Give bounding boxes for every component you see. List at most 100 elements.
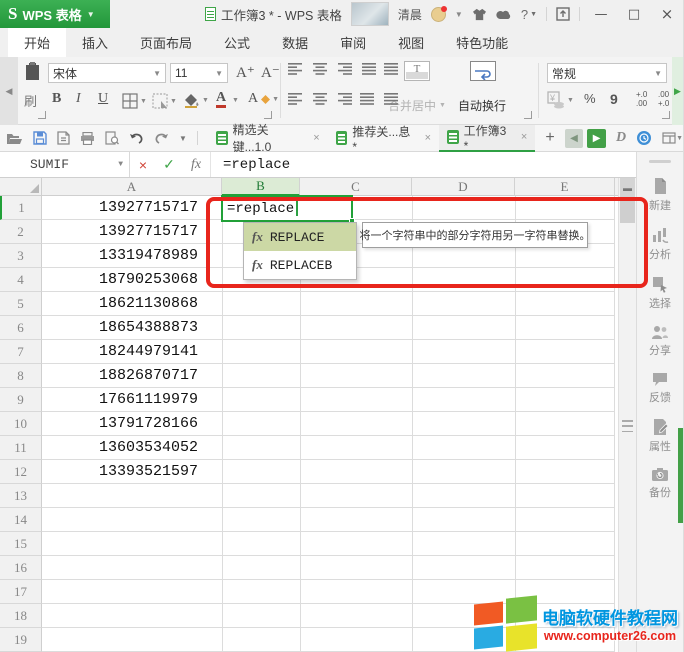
- font-name-select[interactable]: 宋体▼: [48, 63, 166, 83]
- number-dialog-launcher[interactable]: [662, 111, 670, 119]
- active-cell-b1[interactable]: =replace: [221, 195, 353, 222]
- enter-formula-button[interactable]: ✓: [156, 156, 182, 173]
- vertical-align-top-button[interactable]: [288, 63, 304, 76]
- cell-a8[interactable]: 18826870717: [42, 364, 206, 388]
- menu-item-4[interactable]: 公式: [208, 28, 266, 57]
- menu-item-3[interactable]: 页面布局: [124, 28, 208, 57]
- increase-decimal-button[interactable]: +.0 .00: [636, 90, 647, 108]
- vertical-scrollbar[interactable]: ▬: [618, 178, 636, 652]
- sidebar-item-1[interactable]: 新建: [637, 177, 683, 213]
- export-pdf-icon[interactable]: [57, 131, 70, 145]
- member-badge-icon[interactable]: [431, 7, 446, 22]
- ribbon-expand-button[interactable]: ▶: [672, 57, 683, 125]
- cell-a1[interactable]: 13927715717: [42, 196, 206, 220]
- user-name[interactable]: 清晨: [398, 6, 422, 23]
- menu-item-6[interactable]: 审阅: [324, 28, 382, 57]
- percent-format-button[interactable]: %: [584, 91, 596, 106]
- docer-icon[interactable]: D: [616, 130, 626, 146]
- save-icon[interactable]: [33, 131, 47, 145]
- sidebar-item-5[interactable]: 反馈: [637, 371, 683, 405]
- chevron-down-icon[interactable]: ▼: [455, 10, 463, 19]
- sidebar-item-3[interactable]: 选择: [637, 275, 683, 311]
- autocomplete-option-replace[interactable]: fxREPLACE: [244, 223, 356, 251]
- feedback-cloud-icon[interactable]: [496, 8, 512, 20]
- column-header-C[interactable]: C: [300, 178, 412, 196]
- row-header-18[interactable]: 18: [0, 604, 42, 628]
- column-header-E[interactable]: E: [515, 178, 615, 196]
- column-header-D[interactable]: D: [412, 178, 515, 196]
- row-header-16[interactable]: 16: [0, 556, 42, 580]
- doc-tab-1[interactable]: 精选关键...1.0×: [208, 125, 328, 152]
- vertical-align-bottom-button[interactable]: [336, 63, 352, 76]
- paste-icon[interactable]: [24, 61, 41, 81]
- row-header-12[interactable]: 12: [0, 460, 42, 484]
- menu-item-5[interactable]: 数据: [266, 28, 324, 57]
- menu-item-8[interactable]: 特色功能: [440, 28, 524, 57]
- formula-input[interactable]: =replace: [210, 152, 636, 177]
- bold-button[interactable]: B: [52, 91, 61, 107]
- hide-ribbon-icon[interactable]: [556, 7, 570, 21]
- sidebar-item-2[interactable]: 分析: [637, 226, 683, 262]
- wrap-text-icon[interactable]: [470, 61, 496, 81]
- row-header-10[interactable]: 10: [0, 412, 42, 436]
- redo-icon[interactable]: [154, 132, 169, 144]
- row-header-11[interactable]: 11: [0, 436, 42, 460]
- doc-tab-close-icon[interactable]: ×: [313, 132, 319, 144]
- cell-a5[interactable]: 18621130868: [42, 292, 206, 316]
- wps-menu-button[interactable]: S WPS 表格 ▼: [0, 0, 110, 28]
- row-header-3[interactable]: 3: [0, 244, 42, 268]
- cell-a9[interactable]: 17661119979: [42, 388, 206, 412]
- comma-format-button[interactable]: 9: [610, 91, 618, 107]
- close-button[interactable]: ×: [655, 4, 679, 24]
- sidebar-item-6[interactable]: 属性: [637, 418, 683, 454]
- new-document-tab-button[interactable]: +: [545, 129, 554, 147]
- vertical-align-middle-button[interactable]: [312, 63, 328, 76]
- italic-button[interactable]: I: [76, 91, 81, 107]
- help-button[interactable]: ?▼: [521, 7, 537, 22]
- doc-tab-2[interactable]: 推荐关...息 *×: [328, 125, 439, 152]
- tab-scroll-right-button[interactable]: ▶: [587, 129, 606, 148]
- align-left-button[interactable]: [288, 93, 304, 106]
- row-header-2[interactable]: 2: [0, 220, 42, 244]
- scrollbar-thumb[interactable]: [620, 199, 635, 223]
- undo-icon[interactable]: [129, 132, 144, 144]
- merge-center-icon[interactable]: T: [404, 61, 430, 81]
- row-header-13[interactable]: 13: [0, 484, 42, 508]
- cloud-sync-icon[interactable]: [636, 130, 652, 146]
- fill-color-button[interactable]: ▼: [184, 93, 209, 108]
- shading-button[interactable]: ▼: [152, 93, 177, 109]
- grid-row[interactable]: [42, 532, 615, 556]
- row-header-14[interactable]: 14: [0, 508, 42, 532]
- cell-a3[interactable]: 13319478989: [42, 244, 206, 268]
- decrease-decimal-button[interactable]: .00 +.0: [658, 90, 669, 108]
- wrap-text-button[interactable]: 自动换行: [458, 97, 506, 114]
- clipboard-dialog-launcher[interactable]: [38, 111, 46, 119]
- row-header-19[interactable]: 19: [0, 628, 42, 652]
- print-icon[interactable]: [80, 132, 95, 145]
- alignment-dialog-launcher[interactable]: [524, 111, 532, 119]
- underline-button[interactable]: U: [98, 91, 108, 107]
- insert-function-button[interactable]: fx: [182, 157, 210, 173]
- row-header-9[interactable]: 9: [0, 388, 42, 412]
- cancel-formula-button[interactable]: ×: [130, 157, 156, 173]
- maximize-button[interactable]: □: [622, 4, 646, 24]
- doc-tab-3[interactable]: 工作簿3 *×: [439, 125, 535, 152]
- sidebar-item-7[interactable]: 备份: [637, 467, 683, 500]
- menu-item-1[interactable]: 开始: [8, 28, 66, 57]
- currency-format-button[interactable]: ¥▼: [547, 91, 574, 109]
- cell-a12[interactable]: 13393521597: [42, 460, 206, 484]
- increase-indent-button[interactable]: [384, 63, 400, 76]
- cell-a4[interactable]: 18790253068: [42, 268, 206, 292]
- open-file-icon[interactable]: [6, 132, 23, 145]
- grid-row[interactable]: [42, 556, 615, 580]
- menu-item-2[interactable]: 插入: [66, 28, 124, 57]
- menu-item-7[interactable]: 视图: [382, 28, 440, 57]
- row-header-1[interactable]: 1: [0, 196, 42, 220]
- row-header-17[interactable]: 17: [0, 580, 42, 604]
- row-header-8[interactable]: 8: [0, 364, 42, 388]
- font-dialog-launcher[interactable]: [264, 111, 272, 119]
- autocomplete-option-replaceb[interactable]: fxREPLACEB: [244, 251, 356, 279]
- grid-row[interactable]: [42, 484, 615, 508]
- cell-a7[interactable]: 18244979141: [42, 340, 206, 364]
- name-box[interactable]: SUMIF▼: [0, 152, 130, 177]
